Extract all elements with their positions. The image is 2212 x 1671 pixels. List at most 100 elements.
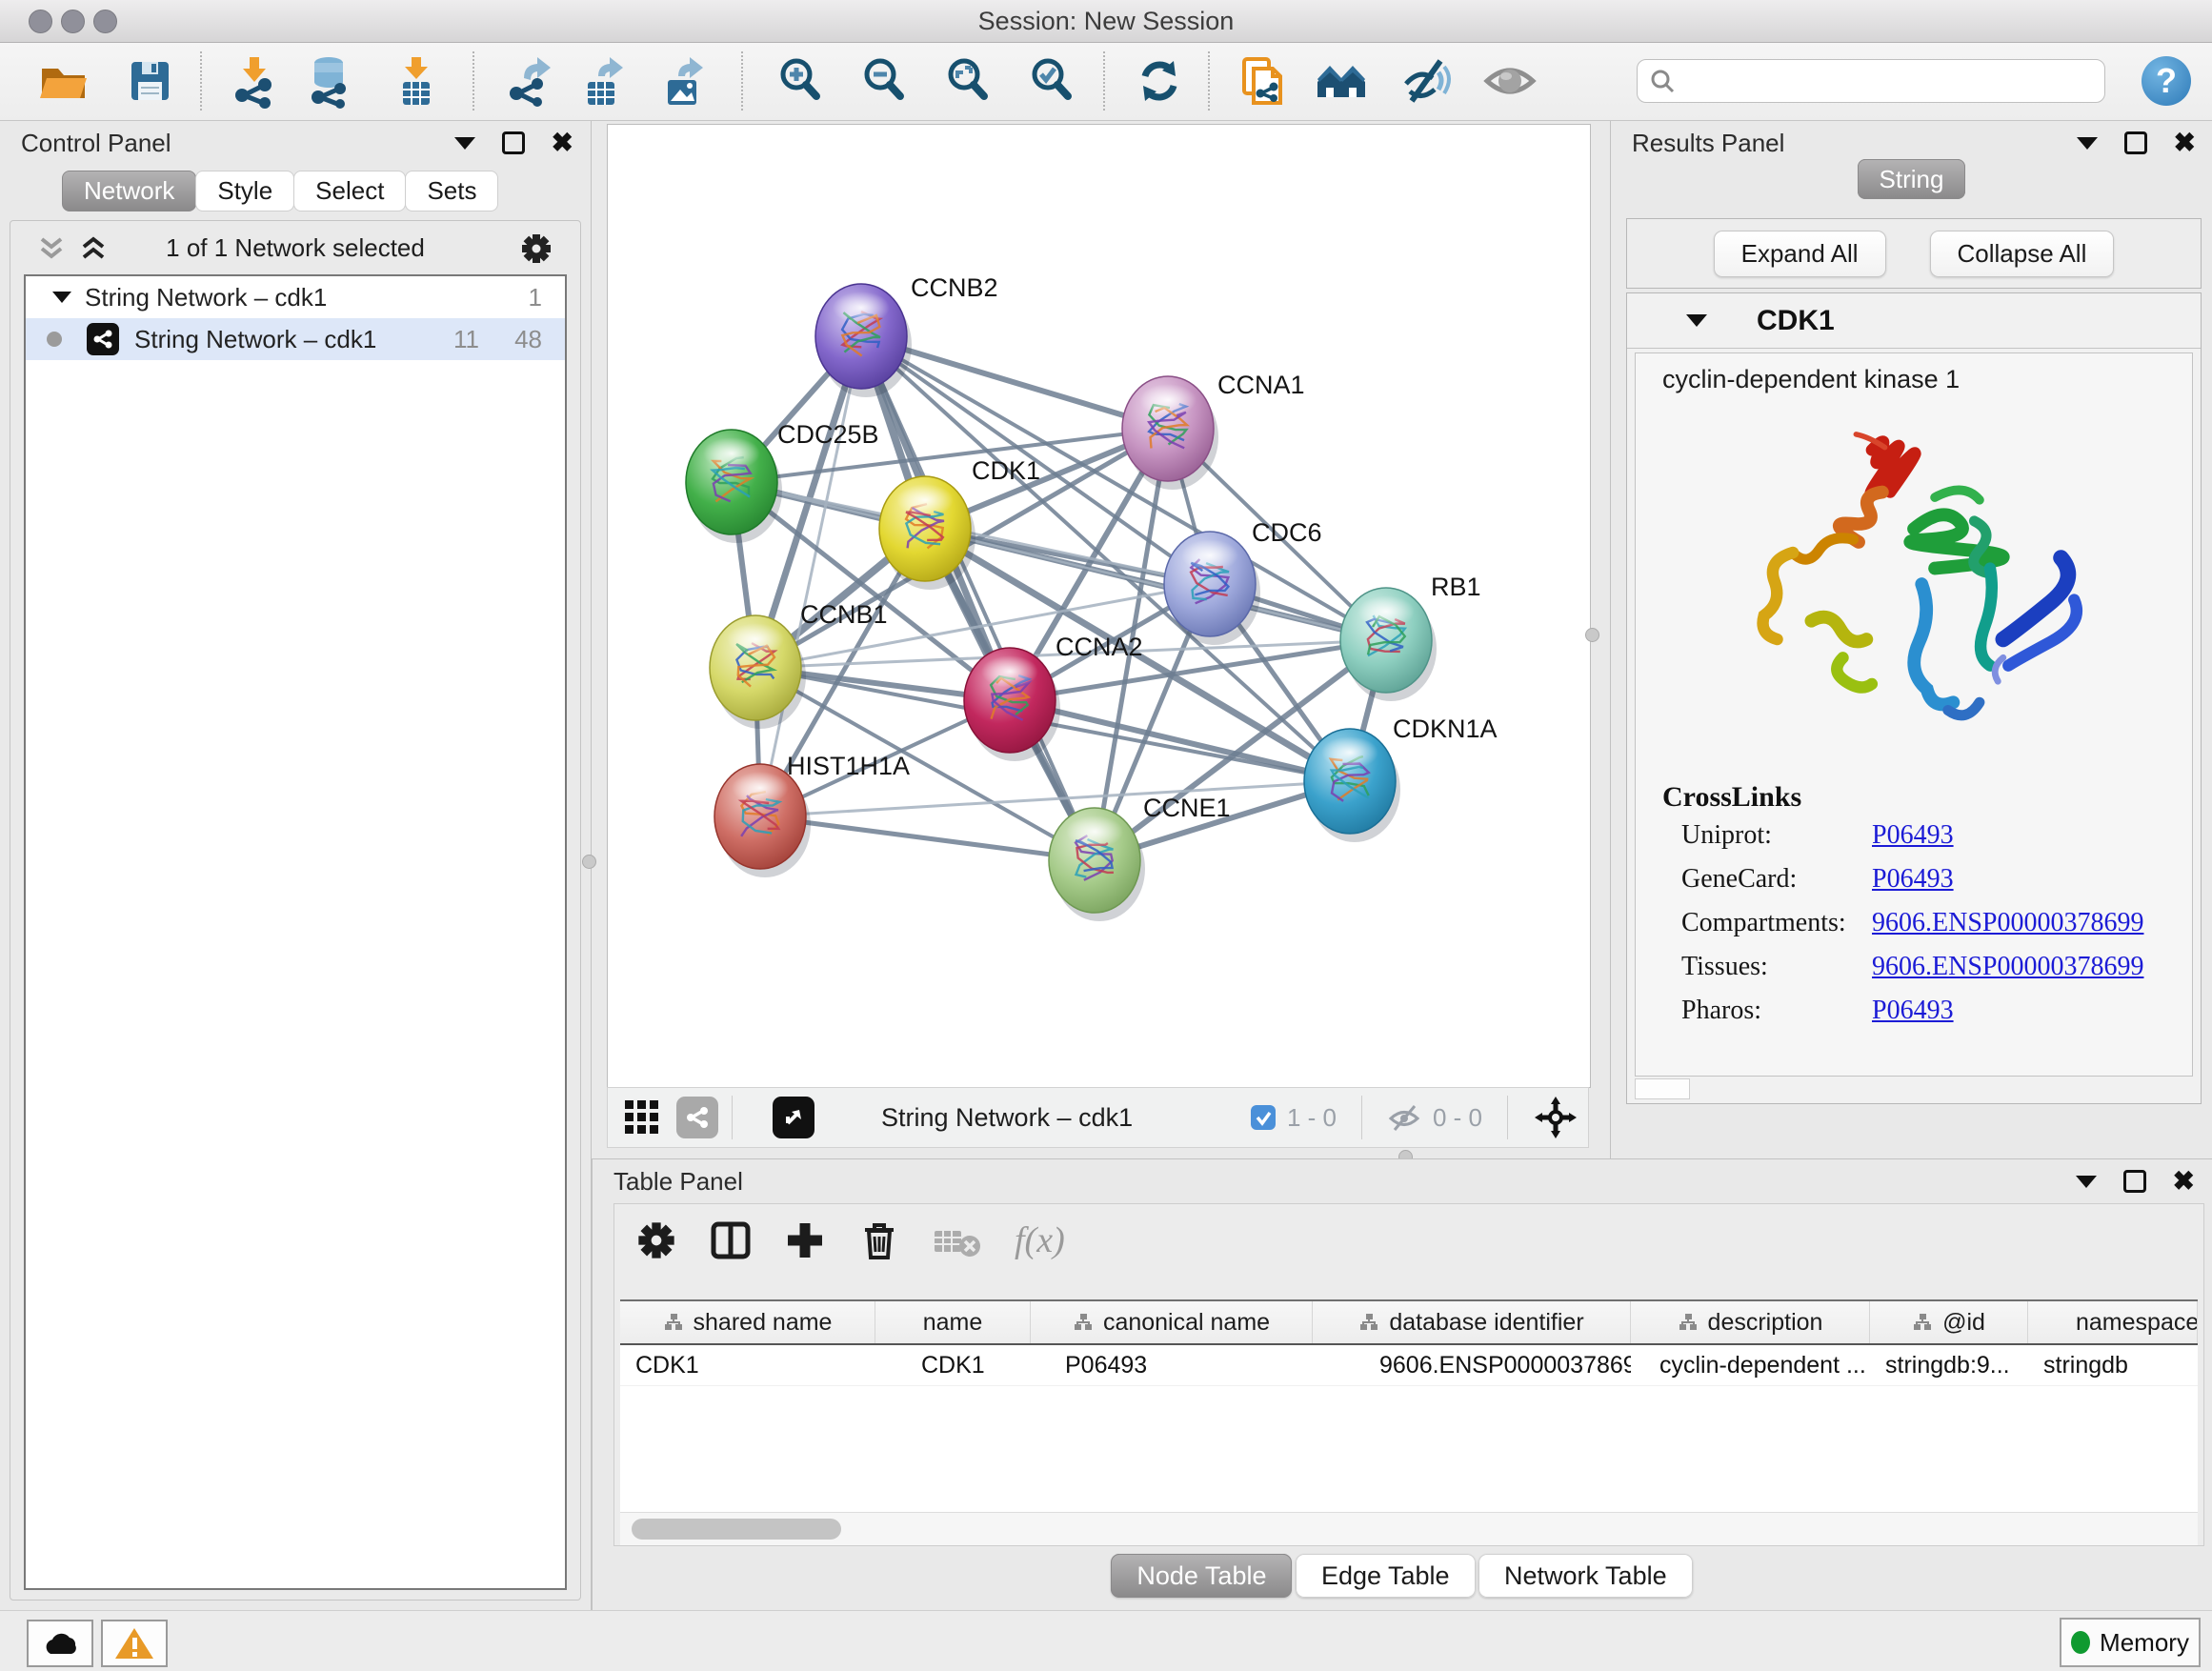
network-options-gear-icon[interactable] <box>519 232 553 266</box>
search-field[interactable] <box>1637 59 2105 103</box>
selected-checkbox-icon[interactable] <box>1251 1105 1276 1130</box>
gene-section-header[interactable]: CDK1 <box>1627 293 2201 349</box>
window-title: Session: New Session <box>0 0 2212 42</box>
control-panel-title: Control Panel <box>21 129 171 158</box>
results-scrollbar[interactable] <box>1635 1078 1690 1099</box>
node-table-container: f(x) shared name name canonical name <box>613 1203 2204 1546</box>
shared-column-icon <box>1073 1312 1094 1333</box>
clone-network-icon[interactable] <box>1237 53 1292 109</box>
shared-column-icon <box>1912 1312 1933 1333</box>
detach-view-icon[interactable] <box>773 1097 814 1138</box>
network-edge[interactable] <box>861 336 1095 860</box>
import-network-file-icon[interactable] <box>227 53 282 109</box>
zoom-in-icon[interactable] <box>774 53 829 109</box>
right-splitter-handle[interactable] <box>1585 628 1599 642</box>
network-node-RB1[interactable]: RB1 <box>1340 573 1481 701</box>
network-node-CDC6[interactable]: CDC6 <box>1164 518 1322 645</box>
network-node-CCNE1[interactable]: CCNE1 <box>1049 794 1231 921</box>
tab-string-results[interactable]: String <box>1858 159 1966 199</box>
panel-menu-icon[interactable] <box>454 137 475 150</box>
home-icon[interactable] <box>1315 53 1370 109</box>
table-row[interactable]: CDK1 CDK1 P06493 9606.ENSP00000378699 cy… <box>620 1345 2198 1386</box>
node-label-CCNB1: CCNB1 <box>800 600 888 629</box>
network-node-CDKN1A[interactable]: CDKN1A <box>1304 715 1498 842</box>
network-row[interactable]: String Network – cdk1 11 48 <box>26 318 565 360</box>
expand-all-button[interactable]: Expand All <box>1714 231 1886 277</box>
tab-network-table[interactable]: Network Table <box>1478 1554 1693 1598</box>
cloud-button[interactable] <box>27 1620 93 1667</box>
crosslink-tissues-link[interactable]: 9606.ENSP00000378699 <box>1872 952 2143 982</box>
export-network-icon[interactable] <box>503 53 558 109</box>
gene-section: CDK1 cyclin-dependent kinase 1 <box>1626 292 2202 1104</box>
tab-edge-table[interactable]: Edge Table <box>1296 1554 1476 1598</box>
table-horizontal-scrollbar[interactable] <box>620 1512 2198 1545</box>
tab-sets[interactable]: Sets <box>405 171 498 211</box>
panel-float-icon[interactable] <box>502 131 525 154</box>
function-builder-icon: f(x) <box>1015 1219 1065 1261</box>
column-header-shared-name[interactable]: shared name <box>620 1301 875 1343</box>
section-collapse-icon[interactable] <box>1686 314 1707 327</box>
tab-style[interactable]: Style <box>195 171 294 211</box>
column-header-description[interactable]: description <box>1631 1301 1870 1343</box>
crosslink-uniprot-link[interactable]: P06493 <box>1872 820 1954 851</box>
save-session-icon[interactable] <box>122 53 177 109</box>
tab-select[interactable]: Select <box>293 171 406 211</box>
panel-close-icon[interactable]: ✖ <box>2173 1168 2195 1195</box>
protein-structure-image <box>1714 400 2114 781</box>
network-collection-row[interactable]: String Network – cdk1 1 <box>26 276 565 318</box>
network-status-dot-icon <box>47 332 62 347</box>
application-window: Session: New Session <box>0 0 2212 1671</box>
tab-node-table[interactable]: Node Table <box>1111 1554 1292 1598</box>
crosslink-genecard-link[interactable]: P06493 <box>1872 864 1954 895</box>
panel-menu-icon[interactable] <box>2076 1176 2097 1188</box>
zoom-selected-icon[interactable] <box>1025 53 1080 109</box>
main-toolbar: ? <box>0 43 2212 121</box>
scrollbar-thumb[interactable] <box>632 1519 841 1540</box>
node-label-CDK1: CDK1 <box>972 456 1040 485</box>
zoom-out-icon[interactable] <box>857 53 913 109</box>
network-node-CDK1[interactable]: CDK1 <box>879 456 1040 590</box>
delete-column-icon[interactable] <box>856 1218 902 1263</box>
left-splitter-handle[interactable] <box>582 855 596 869</box>
refresh-icon[interactable] <box>1132 53 1187 109</box>
column-header-namespace[interactable]: namespace <box>2028 1301 2198 1343</box>
open-session-icon[interactable] <box>34 53 90 109</box>
collapse-all-button[interactable]: Collapse All <box>1930 231 2115 277</box>
network-canvas[interactable]: CCNB2CCNA1CDC25BCDK1CDC6RB1CCNB1CCNA2CDK… <box>607 124 1591 1088</box>
column-header-name[interactable]: name <box>875 1301 1031 1343</box>
help-icon[interactable]: ? <box>2142 56 2191 106</box>
import-table-file-icon[interactable] <box>389 53 444 109</box>
column-header-database-identifier[interactable]: database identifier <box>1313 1301 1631 1343</box>
tree-expander-icon[interactable] <box>52 292 71 303</box>
pan-mode-icon[interactable] <box>1533 1095 1579 1140</box>
column-header-id[interactable]: @id <box>1870 1301 2028 1343</box>
node-label-CDC6: CDC6 <box>1252 518 1322 547</box>
crosslink-pharos-link[interactable]: P06493 <box>1872 996 1954 1026</box>
show-columns-icon[interactable] <box>708 1218 754 1263</box>
add-column-icon[interactable] <box>782 1218 828 1263</box>
birds-eye-view-icon[interactable] <box>621 1095 663 1141</box>
tab-network[interactable]: Network <box>62 171 196 211</box>
panel-menu-icon[interactable] <box>2077 137 2098 150</box>
toolbar-separator <box>473 51 474 111</box>
export-table-icon[interactable] <box>575 53 631 109</box>
panel-close-icon[interactable]: ✖ <box>552 130 573 156</box>
crosslink-compartments-link[interactable]: 9606.ENSP00000378699 <box>1872 908 2143 938</box>
memory-button[interactable]: Memory <box>2060 1618 2201 1667</box>
search-input[interactable] <box>1676 67 2080 95</box>
panel-close-icon[interactable]: ✖ <box>2174 130 2196 156</box>
hide-selected-icon[interactable] <box>1398 53 1454 109</box>
column-header-canonical-name[interactable]: canonical name <box>1031 1301 1313 1343</box>
export-image-icon[interactable] <box>655 53 711 109</box>
network-edge[interactable] <box>760 336 861 816</box>
node-label-CCNE1: CCNE1 <box>1143 794 1231 822</box>
warnings-button[interactable] <box>101 1620 168 1667</box>
panel-float-icon[interactable] <box>2124 131 2147 154</box>
show-all-icon[interactable] <box>1482 53 1538 109</box>
crosslink-row: Uniprot: P06493 <box>1636 814 2192 857</box>
import-network-database-icon[interactable] <box>303 53 358 109</box>
panel-float-icon[interactable] <box>2123 1170 2146 1193</box>
string-view-icon[interactable] <box>676 1097 718 1138</box>
zoom-fit-icon[interactable] <box>941 53 996 109</box>
table-options-gear-icon[interactable] <box>633 1218 679 1263</box>
